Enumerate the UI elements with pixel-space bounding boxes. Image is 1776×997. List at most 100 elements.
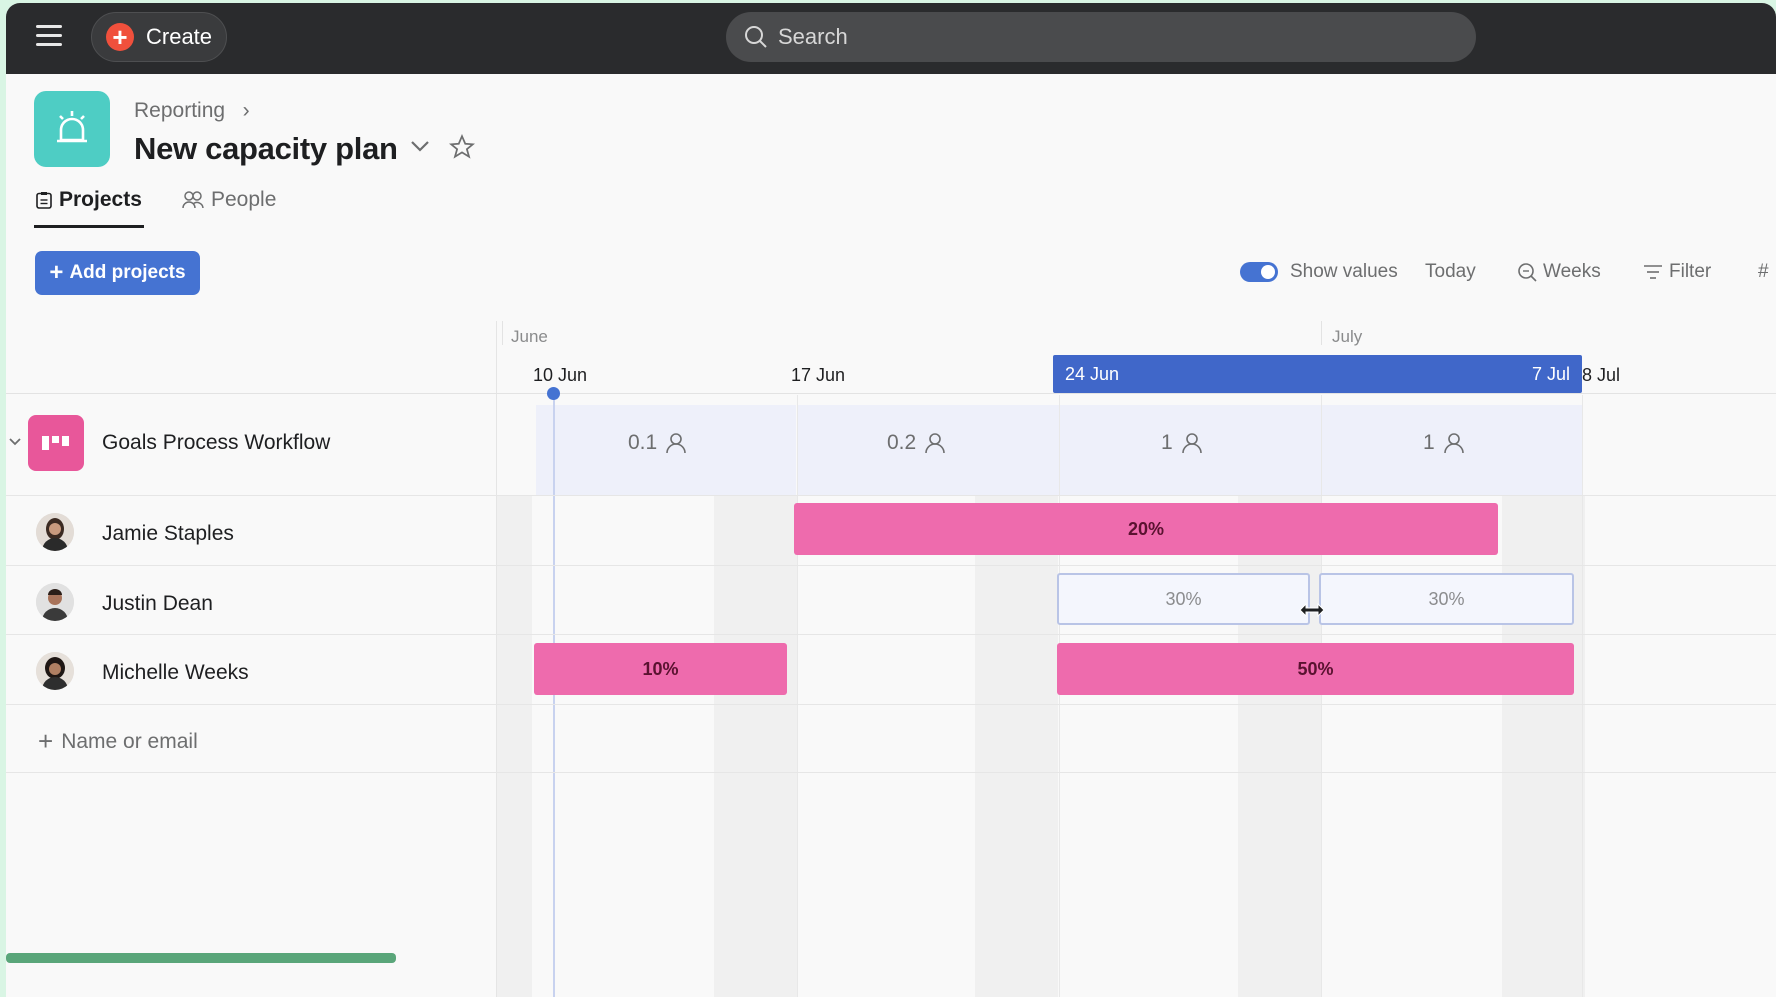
zoom-weeks-button[interactable]: Weeks xyxy=(1517,261,1601,283)
plus-icon: + xyxy=(49,259,64,286)
person-icon xyxy=(925,433,946,454)
breadcrumb[interactable]: Reporting › xyxy=(134,99,250,123)
week-label-10-jun: 10 Jun xyxy=(533,365,588,385)
range-start-label: 24 Jun xyxy=(1065,363,1120,384)
summary-value: 0.1 xyxy=(628,431,687,455)
weekend-shade xyxy=(714,495,797,997)
allocation-label: 10% xyxy=(642,658,679,679)
board-icon xyxy=(28,415,84,471)
week-divider xyxy=(797,395,798,997)
allocation-label: 20% xyxy=(1127,518,1165,539)
person-name[interactable]: Justin Dean xyxy=(102,592,213,616)
person-name[interactable]: Michelle Weeks xyxy=(102,661,249,685)
horizontal-scrollbar[interactable] xyxy=(6,953,396,963)
tab-projects-label: Projects xyxy=(59,188,142,211)
tab-people-label: People xyxy=(211,188,277,211)
weekend-shade xyxy=(975,495,1058,997)
week-label-8-jul: 8 Jul xyxy=(1582,365,1621,385)
people-icon xyxy=(182,191,204,209)
toggle-switch[interactable] xyxy=(1240,262,1278,282)
create-label: Create xyxy=(146,24,213,49)
show-values-toggle[interactable]: Show values xyxy=(1240,261,1398,283)
star-icon[interactable] xyxy=(449,134,475,160)
month-tick xyxy=(502,321,503,345)
today-line xyxy=(553,395,555,997)
week-divider xyxy=(1321,395,1322,997)
row-divider xyxy=(6,772,1776,773)
add-projects-button[interactable]: + Add projects xyxy=(35,251,200,295)
top-bar: + Create Search xyxy=(6,3,1776,74)
person-icon xyxy=(666,433,687,454)
today-marker xyxy=(547,387,560,400)
more-options-button[interactable]: # xyxy=(1758,261,1769,283)
plus-icon: + xyxy=(38,726,54,756)
weekend-shade xyxy=(1502,495,1585,997)
allocation-label: 50% xyxy=(1297,658,1334,679)
chevron-down-icon[interactable] xyxy=(8,437,22,447)
summary-value: 1 xyxy=(1423,431,1465,455)
add-person-input[interactable]: + Name or email xyxy=(38,726,198,757)
selected-range-header[interactable]: 24 Jun 7 Jul xyxy=(1053,355,1582,393)
more-options-label: # xyxy=(1758,261,1769,282)
search-placeholder: Search xyxy=(778,24,848,49)
chevron-right-icon: › xyxy=(230,99,250,122)
row-divider xyxy=(6,495,1776,496)
hamburger-icon[interactable] xyxy=(36,25,62,47)
range-end-label: 7 Jul xyxy=(1531,363,1570,384)
summary-value: 1 xyxy=(1161,431,1203,455)
week-label-17-jun: 17 Jun xyxy=(791,365,846,385)
summary-value: 0.2 xyxy=(887,431,946,455)
summary-value-text: 1 xyxy=(1423,431,1435,454)
summary-value-text: 0.2 xyxy=(887,431,917,454)
person-icon xyxy=(1443,433,1464,454)
filter-label: Filter xyxy=(1669,261,1712,282)
allocation-label: 30% xyxy=(1428,588,1465,609)
filter-button[interactable]: Filter xyxy=(1643,261,1711,283)
row-divider xyxy=(6,704,1776,705)
week-divider xyxy=(1059,395,1060,997)
app-window: + Create Search Reporting › New capacity… xyxy=(6,3,1776,997)
add-projects-label: Add projects xyxy=(69,262,186,283)
person-icon xyxy=(1181,433,1202,454)
breadcrumb-reporting[interactable]: Reporting xyxy=(134,99,225,122)
project-name[interactable]: Goals Process Workflow xyxy=(102,431,330,455)
today-label: Today xyxy=(1425,261,1476,282)
summary-band xyxy=(1053,405,1582,495)
weekend-shade xyxy=(496,495,532,997)
weekend-shade xyxy=(1238,495,1321,997)
search-icon xyxy=(745,26,767,48)
allocation-label: 30% xyxy=(1165,588,1202,609)
page-title: New capacity plan xyxy=(134,131,398,166)
month-tick xyxy=(1321,321,1322,345)
today-button[interactable]: Today xyxy=(1425,261,1476,283)
chevron-down-icon[interactable] xyxy=(410,139,430,153)
left-column-divider xyxy=(496,321,497,997)
month-label-july: July xyxy=(1332,327,1363,346)
allocation-bar[interactable]: 50% xyxy=(1057,643,1574,695)
month-label-june: June xyxy=(511,327,548,346)
week-divider xyxy=(1582,395,1583,997)
resize-cursor-icon xyxy=(1299,602,1325,618)
alarm-bell-icon xyxy=(34,91,110,167)
show-values-label: Show values xyxy=(1290,261,1398,282)
row-divider xyxy=(6,565,1776,566)
add-person-placeholder: Name or email xyxy=(61,729,198,753)
allocation-bar[interactable]: 30% xyxy=(1319,573,1574,625)
header-divider xyxy=(6,393,1776,394)
summary-value-text: 0.1 xyxy=(628,431,658,454)
row-divider xyxy=(6,634,1776,635)
tab-projects[interactable]: Projects xyxy=(36,188,142,212)
search-input[interactable]: Search xyxy=(726,12,1476,62)
plus-icon: + xyxy=(106,23,134,51)
allocation-bar[interactable]: 30% xyxy=(1057,573,1310,625)
allocation-bar[interactable]: 20% xyxy=(794,503,1498,555)
create-button[interactable]: + Create xyxy=(91,12,227,62)
tab-people[interactable]: People xyxy=(182,188,276,212)
avatar xyxy=(36,652,74,690)
person-name[interactable]: Jamie Staples xyxy=(102,522,234,546)
filter-icon xyxy=(1644,265,1662,279)
zoom-icon xyxy=(1518,263,1537,282)
avatar xyxy=(36,583,74,621)
allocation-bar[interactable]: 10% xyxy=(534,643,787,695)
avatar xyxy=(36,513,74,551)
